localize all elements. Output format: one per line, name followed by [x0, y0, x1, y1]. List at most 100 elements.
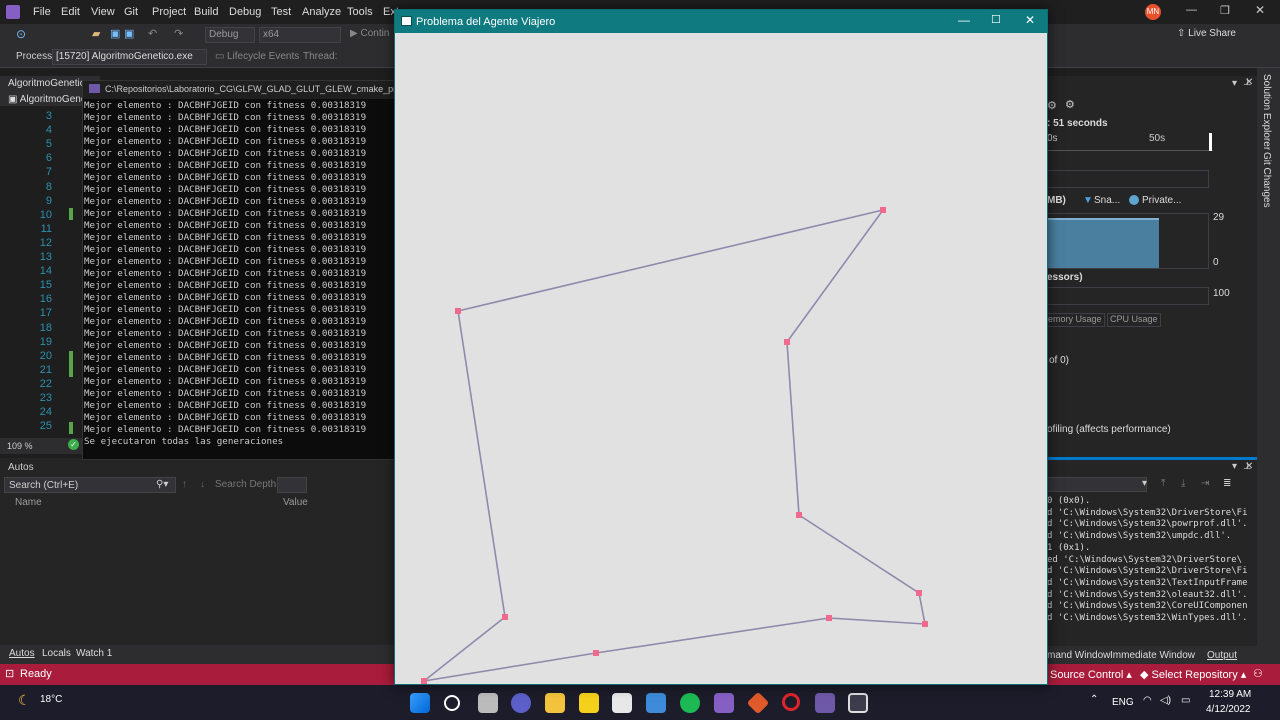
task-view-icon[interactable] [478, 693, 498, 713]
autos-search-input[interactable]: Search (Ctrl+E) [4, 477, 176, 493]
paint-icon[interactable] [612, 693, 632, 713]
restore-icon[interactable]: ❐ [1220, 4, 1230, 17]
select-repository-button[interactable]: ◆ Select Repository ▴ [1140, 668, 1246, 681]
output-source-select[interactable] [1047, 477, 1147, 492]
minimize-icon[interactable]: — [1186, 4, 1197, 16]
continue-label: Contin [360, 28, 390, 39]
visual-studio-icon[interactable] [714, 693, 734, 713]
back-icon[interactable]: ⊙ [16, 27, 26, 41]
open-folder-icon[interactable]: ▰ [92, 27, 100, 40]
process-select[interactable]: [15720] AlgoritmoGenetico.exe [52, 49, 207, 65]
tab-output[interactable]: Output [1207, 650, 1237, 661]
col-value-header[interactable]: Value [283, 497, 308, 508]
code-editor[interactable]: 3 4 5 6 7 8 9 10 11 12 13 14 15 16 17 18 19 20 21 22 23 24 25 [0, 106, 90, 436]
start-icon[interactable] [410, 693, 430, 713]
tab-command-window[interactable]: mand Window [1047, 650, 1110, 661]
diag-select-tools-icon[interactable]: ⚙ [1065, 98, 1075, 111]
lifecycle-icon[interactable]: ▭ [215, 51, 224, 62]
tab-solution-explorer[interactable]: Solution Explorer [1261, 74, 1272, 150]
tsp-close-icon[interactable]: ✕ [1025, 13, 1035, 27]
live-share-button[interactable]: ⇧ Live Share [1177, 28, 1236, 39]
search-down-icon[interactable]: ↓ [200, 479, 205, 490]
file-explorer-icon[interactable] [545, 693, 565, 713]
undo-icon[interactable]: ↶ [148, 27, 157, 40]
output-close-icon[interactable]: ✕ [1245, 461, 1253, 472]
menu-git[interactable]: Git [124, 6, 138, 18]
tab-immediate-window[interactable]: Immediate Window [1110, 650, 1195, 661]
diag-close-icon[interactable]: ✕ [1245, 77, 1253, 88]
opengl-app-icon[interactable] [848, 693, 868, 713]
notifications-icon[interactable]: ⚇ [1253, 667, 1263, 680]
output-goto-icon[interactable]: ⤒ [1161, 478, 1165, 489]
search-icon[interactable] [444, 695, 460, 711]
line-number: 4 [45, 124, 52, 137]
search-up-icon[interactable]: ↑ [182, 479, 187, 490]
menu-project[interactable]: Project [152, 6, 186, 18]
continue-button[interactable]: ▶ Contin [350, 28, 389, 39]
menu-file[interactable]: File [33, 6, 51, 18]
tab-cpu-usage[interactable]: CPU Usage [1107, 313, 1161, 327]
sticky-notes-icon[interactable] [579, 693, 599, 713]
tsp-minimize-icon[interactable]: — [958, 13, 970, 27]
console-line: Mejor elemento : DACBHFJGEID con fitness… [84, 280, 367, 291]
tsp-titlebar[interactable]: Problema del Agente Viajero — ☐ ✕ [395, 10, 1047, 33]
output-next-icon[interactable]: ⇥ [1201, 478, 1209, 489]
output-line: 1 (0x1). [1047, 542, 1091, 553]
menu-edit[interactable]: Edit [61, 6, 80, 18]
menu-test[interactable]: Test [271, 6, 291, 18]
search-depth-select[interactable] [277, 477, 307, 493]
redo-icon[interactable]: ↷ [174, 27, 183, 40]
chat-icon[interactable] [511, 693, 531, 713]
clock-time[interactable]: 12:39 AM [1209, 689, 1251, 700]
opera-icon[interactable] [782, 693, 800, 711]
enable-profiling-label[interactable]: ofiling (affects performance) [1047, 424, 1171, 435]
git-icon[interactable] [746, 691, 770, 715]
col-name-header[interactable]: Name [15, 497, 42, 508]
clock-date[interactable]: 4/12/2022 [1206, 704, 1251, 715]
save-all-icon[interactable]: ▣ [124, 27, 134, 40]
menu-tools[interactable]: Tools [347, 6, 373, 18]
weather-temp[interactable]: 18°C [40, 694, 62, 705]
lifecycle-events-label[interactable]: Lifecycle Events [227, 51, 299, 62]
language-indicator[interactable]: ENG [1112, 697, 1134, 708]
battery-icon[interactable]: ▭ [1181, 695, 1190, 706]
diag-settings-icon[interactable]: ⚙ [1047, 99, 1057, 112]
menu-build[interactable]: Build [194, 6, 218, 18]
user-avatar[interactable]: MN [1145, 4, 1161, 20]
wifi-icon[interactable]: ◠ [1143, 695, 1152, 706]
config-select[interactable]: Debug [205, 27, 255, 43]
tray-chevron-icon[interactable]: ⌃ [1090, 694, 1098, 705]
pane-dropdown-icon[interactable]: ▾ [1232, 78, 1237, 89]
tab-memory-usage[interactable]: emory Usage [1045, 313, 1105, 327]
menu-debug[interactable]: Debug [229, 6, 261, 18]
spotify-icon[interactable] [680, 693, 700, 713]
tab-file[interactable]: ▣ AlgoritmoGenet [8, 94, 89, 105]
source-control-button[interactable]: Source Control ▴ [1050, 668, 1132, 681]
tsp-window[interactable]: Problema del Agente Viajero — ☐ ✕ [394, 9, 1048, 685]
pane-splitter[interactable] [1047, 457, 1257, 460]
zoom-level[interactable]: 109 % [7, 441, 33, 451]
tab-project[interactable]: AlgoritmoGenetico [8, 78, 90, 89]
search-icon[interactable]: ⚲▾ [156, 479, 168, 490]
tab-locals[interactable]: Locals [42, 648, 71, 659]
tab-git-changes[interactable]: Git Changes [1261, 152, 1272, 208]
close-icon[interactable]: ✕ [1255, 3, 1265, 17]
save-icon[interactable]: ▣ [110, 27, 120, 40]
menu-analyze[interactable]: Analyze [302, 6, 341, 18]
console-window[interactable]: C:\Repositorios\Laboratorio_CG\GLFW_GLAD… [82, 80, 397, 460]
platform-select[interactable]: x64 [259, 27, 341, 43]
tsp-maximize-icon[interactable]: ☐ [991, 13, 1001, 26]
output-dropdown-icon[interactable]: ▾ [1232, 461, 1237, 472]
output-prev-icon[interactable]: ⤓ [1181, 478, 1185, 489]
console-app-icon[interactable] [815, 693, 835, 713]
debug-window-tabs: Autos Locals Watch 1 [0, 645, 394, 665]
output-clear-icon[interactable]: ≣ [1223, 478, 1231, 489]
tsp-canvas[interactable] [395, 33, 1047, 684]
tab-autos[interactable]: Autos [9, 648, 35, 659]
notepad-icon[interactable] [646, 693, 666, 713]
timeline-cursor[interactable] [1209, 133, 1212, 151]
menu-view[interactable]: View [91, 6, 115, 18]
weather-moon-icon[interactable]: ☾ [18, 692, 31, 709]
tab-watch1[interactable]: Watch 1 [76, 648, 112, 659]
volume-icon[interactable]: ◁) [1160, 695, 1171, 706]
